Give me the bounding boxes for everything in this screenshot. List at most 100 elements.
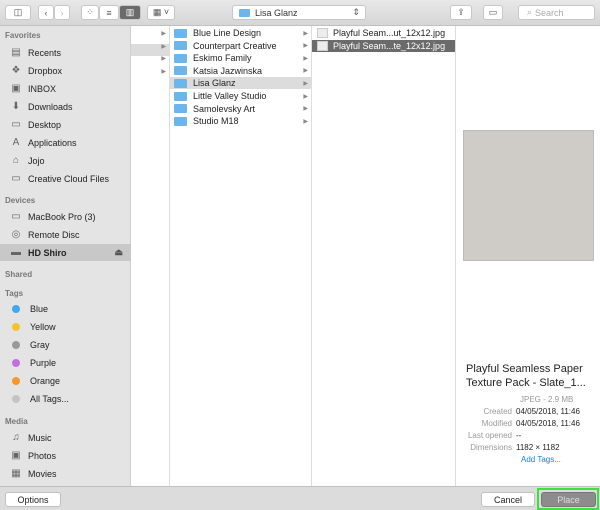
- icon-view-button[interactable]: ⁘: [81, 5, 99, 20]
- folder-name: Little Valley Studio: [193, 91, 267, 101]
- folder-row[interactable]: Samolevsky Art ▶: [170, 103, 311, 115]
- folder-name: Katsia Jazwinska: [193, 65, 263, 76]
- disclosure-arrow-icon: ▶: [303, 55, 308, 62]
- column-parent: ▶ ▶ ▶ ▶: [131, 26, 170, 486]
- sidebar-item-recents[interactable]: ▤ Recents: [0, 44, 131, 61]
- folder-icon: [174, 91, 187, 101]
- preview-meta-row: Dimensions 1182 × 1182: [456, 443, 600, 452]
- tag-dot-icon: [12, 322, 20, 331]
- path-popup[interactable]: Lisa Glanz ⇕: [232, 5, 366, 20]
- folder-row[interactable]: Blue Line Design ▶: [170, 27, 311, 39]
- sidebar-item-purple[interactable]: Purple: [0, 354, 131, 371]
- folder-icon: [174, 104, 187, 114]
- photos-icon: ▣: [11, 450, 21, 461]
- sidebar-item-yellow[interactable]: Yellow: [0, 318, 131, 335]
- preview-image: [463, 130, 594, 261]
- add-tags-link[interactable]: Add Tags...: [521, 455, 561, 464]
- sidebar-item-applications[interactable]: A Applications: [0, 134, 131, 151]
- sidebar-item-movies[interactable]: ▦ Movies: [0, 465, 131, 482]
- sidebar-item-gray[interactable]: Gray: [0, 336, 131, 353]
- tag-dot-icon: [12, 376, 20, 385]
- tag-dot-icon: [12, 394, 20, 403]
- sidebar-item-macbook-pro-3-[interactable]: ▭ MacBook Pro (3): [0, 208, 131, 225]
- eject-icon[interactable]: ⏏: [114, 247, 123, 258]
- folder-row[interactable]: Little Valley Studio ▶: [170, 90, 311, 102]
- disclosure-arrow-icon: ▶: [303, 80, 308, 87]
- folder-row[interactable]: Counterpart Creative ▶: [170, 40, 311, 52]
- sidebar-item-orange[interactable]: Orange: [0, 372, 131, 389]
- disclosure-arrow-icon: ▶: [303, 30, 308, 37]
- folder-row[interactable]: Studio M18 ▶: [170, 115, 311, 127]
- applications-icon: A: [12, 137, 20, 148]
- sidebar-toggle-button[interactable]: ◫: [5, 5, 31, 20]
- recents-icon: ▤: [11, 47, 21, 58]
- search-icon: ⌕: [527, 7, 533, 17]
- preview-meta-row: Modified 04/05/2018, 11:46: [456, 419, 600, 428]
- forward-button[interactable]: ›: [54, 5, 70, 20]
- sidebar-item-label: Jojo: [28, 155, 45, 166]
- sidebar-section-header: Shared: [5, 270, 33, 279]
- sidebar-item-creative-cloud-files[interactable]: ▭ Creative Cloud Files: [0, 170, 131, 187]
- sidebar-item-label: All Tags...: [30, 393, 69, 404]
- sidebar-section-header: Devices: [5, 196, 36, 205]
- tag-dot-icon: [12, 340, 20, 349]
- file-row[interactable]: Playful Seam...ut_12x12.jpg: [312, 27, 455, 39]
- sidebar-item-label: Yellow: [30, 321, 56, 332]
- sidebar-item-inbox[interactable]: ▣ INBOX: [0, 80, 131, 97]
- disclosure-arrow-icon: ▶: [161, 56, 166, 63]
- tag-dot-icon: [12, 358, 20, 367]
- folder-name: Studio M18: [193, 116, 239, 127]
- sidebar-item-jojo[interactable]: ⌂ Jojo: [0, 152, 131, 169]
- sidebar-item-dropbox[interactable]: ❖ Dropbox: [0, 62, 131, 79]
- disclosure-arrow-icon: ▶: [161, 31, 166, 37]
- updown-icon: ⇕: [352, 7, 360, 17]
- preview-title: Playful Seamless Paper Texture Pack - Sl…: [466, 363, 586, 389]
- column-view-button[interactable]: ▥: [119, 5, 141, 20]
- options-button[interactable]: Options: [5, 492, 61, 507]
- disclosure-arrow-icon: ▶: [303, 106, 308, 113]
- column-folders: Blue Line Design ▶ Counterpart Creative ▶ Es…: [170, 26, 312, 486]
- sidebar-item-photos[interactable]: ▣ Photos: [0, 447, 131, 464]
- file-name: Playful Seam...te_12x12.jpg: [333, 40, 446, 51]
- preview-kind: JPEG - 2.9 MB: [520, 395, 574, 404]
- disclosure-arrow-icon: ▶: [303, 68, 308, 75]
- file-row[interactable]: Playful Seam...te_12x12.jpg: [312, 39, 455, 52]
- folder-icon: [174, 78, 187, 88]
- back-button[interactable]: ‹: [38, 5, 54, 20]
- meta-value: --: [516, 431, 522, 440]
- sidebar-item-desktop[interactable]: ▭ Desktop: [0, 116, 131, 133]
- meta-value: 1182 × 1182: [516, 443, 560, 452]
- sidebar-item-label: Creative Cloud Files: [28, 173, 110, 184]
- sidebar-item-all-tags-[interactable]: All Tags...: [0, 390, 131, 407]
- sidebar-item-label: INBOX: [28, 83, 57, 94]
- group-button[interactable]: ▦ ˅: [147, 5, 175, 20]
- cancel-button[interactable]: Cancel: [481, 492, 535, 507]
- sidebar-item-label: Downloads: [28, 101, 73, 112]
- meta-value: 04/05/2018, 11:46: [516, 407, 580, 416]
- folder-row[interactable]: Lisa Glanz ▶: [170, 77, 311, 90]
- place-button[interactable]: Place: [541, 492, 596, 507]
- folder-icon: ▭: [11, 173, 21, 184]
- share-button[interactable]: ⇪: [450, 5, 472, 20]
- sidebar-item-label: Photos: [28, 450, 57, 461]
- column-files: Playful Seam...ut_12x12.jpg Playful Seam.…: [312, 26, 456, 486]
- list-view-button[interactable]: ≡: [99, 5, 119, 20]
- sidebar-item-label: Desktop: [28, 119, 62, 130]
- sidebar-item-blue[interactable]: Blue: [0, 300, 131, 317]
- tag-button[interactable]: ▭: [483, 5, 503, 20]
- disclosure-arrow-icon: ▶: [303, 118, 308, 125]
- disc-icon: ◎: [11, 229, 21, 240]
- sidebar-section-header: Media: [5, 417, 28, 426]
- disclosure-arrow-icon: ▶: [303, 43, 308, 50]
- preview-meta-row: Created 04/05/2018, 11:46: [456, 407, 600, 416]
- sidebar-item-remote-disc[interactable]: ◎ Remote Disc: [0, 226, 131, 243]
- search-input[interactable]: ⌕ Search: [518, 5, 595, 20]
- folder-row[interactable]: Katsia Jazwinska ▶: [170, 65, 311, 77]
- sidebar-item-downloads[interactable]: ⬇ Downloads: [0, 98, 131, 115]
- folder-row[interactable]: Eskimo Family ▶: [170, 52, 311, 64]
- sidebar-item-music[interactable]: ♫ Music: [0, 429, 131, 446]
- meta-key: Dimensions: [470, 443, 512, 452]
- folder-icon: [174, 116, 187, 126]
- sidebar-item-hd-shiro[interactable]: ▬ HD Shiro ⏏: [0, 244, 131, 261]
- folder-icon: [239, 8, 250, 17]
